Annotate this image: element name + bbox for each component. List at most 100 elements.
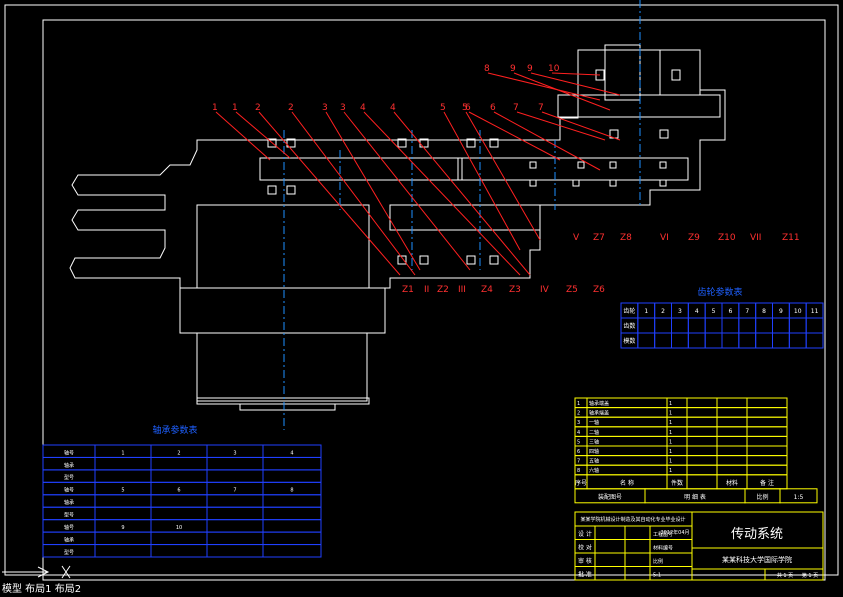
parts-list-header-text: 材料 [726, 479, 738, 487]
gear-table-text: 5 [712, 308, 716, 315]
parts-list-cell [746, 416, 788, 428]
gear-table-cell [671, 317, 689, 334]
callout-label: Z1 [402, 285, 414, 295]
gear-table-cell [721, 332, 740, 349]
part-number-label: 6 [465, 103, 471, 113]
parts-list-detail-text: 明 细 表 [684, 493, 706, 501]
callout-label: II [424, 285, 429, 295]
part-number-label: 9 [527, 64, 533, 74]
bearing-table-cell [94, 506, 152, 521]
gear-table-cell [687, 332, 706, 349]
parts-list-text: 7 [577, 459, 580, 465]
parts-list-cell [716, 397, 748, 409]
parts-list-text: 1 [669, 439, 672, 445]
parts-list-text: 4 [577, 430, 580, 436]
parts-list-detail-text: 比例 [756, 493, 768, 501]
gear-table-text: 4 [695, 308, 699, 315]
parts-list-text: 6 [577, 449, 580, 455]
bearing-table-text: 4 [290, 450, 293, 456]
parts-list-header-text: 序号 [575, 479, 587, 487]
parts-list-text: 1 [577, 401, 580, 407]
title-block-role: 批 准 [578, 571, 592, 579]
callout-label: IV [540, 285, 550, 295]
leader-lines [215, 72, 621, 276]
parts-list-text: 1 [669, 401, 672, 407]
drawing-canvas[interactable]: 1 1 2 2 3 3 4 4 5 56 6 7 78 9 9 10 Z1 II Z2 III Z4 Z3 IV Z5 Z6V… [0, 0, 843, 583]
parts-list-text: 六轴 [589, 467, 599, 474]
parts-list-detail-text: 装配图号 [598, 493, 622, 501]
gear-table-cell [654, 332, 673, 349]
gear-table-cell [671, 332, 689, 349]
gear-table-cell [805, 332, 824, 349]
gear-table-cell [805, 317, 824, 334]
gear-table-text: 模数 [623, 337, 635, 345]
layout-tabs-bar[interactable]: 模型 布局1 布局2 [0, 583, 843, 597]
gear-table-text: 8 [762, 308, 766, 315]
callout-label: Z5 [566, 285, 578, 295]
bearing-table-cell [206, 506, 264, 521]
bearing-table-cell [150, 494, 208, 508]
bearing-table-cell [262, 456, 322, 471]
parts-list-cell [716, 455, 748, 466]
parts-list-text: 2 [577, 411, 580, 417]
bearing-table-cell [262, 469, 322, 483]
bearing-table-cell [262, 519, 322, 533]
gear-table-text: 7 [745, 308, 749, 315]
title-block-drawing-title: 传动系统 [731, 527, 783, 542]
bearing-table-cell [94, 469, 152, 483]
part-number-label: 4 [360, 103, 366, 113]
parts-list-text: 轴承端盖 [589, 410, 609, 417]
parts-list-cell [686, 416, 718, 428]
callout-label: Z3 [509, 285, 521, 295]
bearing-table-text: 2 [177, 450, 180, 456]
gear-table-cell [738, 317, 757, 334]
gear-table-text: 1 [644, 308, 648, 315]
parts-list-cell [686, 435, 718, 447]
parts-list-text: 5 [577, 439, 580, 445]
part-number-label: 10 [548, 64, 560, 74]
parts-list-cell [746, 455, 788, 466]
parts-list-cell [746, 464, 788, 476]
bearing-table-text: 轴承 [64, 536, 74, 543]
bearing-table-text: 6 [177, 488, 180, 494]
parts-list-cell [686, 455, 718, 466]
callout-label: Z7 [593, 233, 605, 243]
bearing-table-cell [206, 544, 264, 558]
parts-list-cell [716, 416, 748, 428]
bearing-table-text: 10 [176, 525, 182, 531]
parts-list-cell [686, 397, 718, 409]
title-block-field: 5:1 [653, 573, 661, 579]
bearing-table-text: 5 [121, 488, 124, 494]
gear-table-text: 11 [811, 308, 819, 315]
bearing-table-cell [206, 469, 264, 483]
gear-table-cell [755, 317, 774, 334]
bearing-table-cell [150, 531, 208, 546]
gear-param-table: 齿轮参数表 齿轮 1 2 3 4 5 6 7 8 9 10 11 齿数模数 [620, 286, 824, 349]
callout-label: Z11 [782, 233, 800, 243]
parts-list-text: 轴承端盖 [589, 400, 609, 407]
layout-tabs-text[interactable]: 模型 布局1 布局2 [2, 584, 81, 595]
parts-list-text: 四轴 [589, 448, 599, 455]
bearing-table-cell [262, 544, 322, 558]
parts-list-detail-text: 1:5 [794, 494, 804, 501]
callout-label: Z2 [437, 285, 449, 295]
gear-table-cell [687, 317, 706, 334]
parts-list: 1 轴承端盖 1 2 轴承端盖 1 3 一轴 1 4 二轴 1 5 三轴 1 6 四轴 1 7 五轴 1 8 六轴 1 序号 名 … [574, 397, 818, 504]
title-block-role: 设 计 [578, 530, 592, 538]
title-block-field: 工程图号 [653, 531, 673, 538]
bearing-table-title: 轴承参数表 [152, 424, 197, 436]
callout-label: Z6 [593, 285, 605, 295]
bearing-table-cell [150, 456, 208, 471]
parts-list-cell [716, 407, 748, 418]
bearing-param-table: 轴承参数表 轴号 1 2 3 4轴承型号轴号 5 6 7 8轴承型号轴号 9 10轴承型号 [42, 424, 322, 558]
parts-list-text: 1 [669, 468, 672, 474]
gear-table-cell [772, 332, 790, 349]
gear-table-text: 齿轮 [623, 307, 635, 315]
part-number-labels: 1 1 2 2 3 3 4 4 5 56 6 7 78 9 9 10 [212, 64, 560, 113]
part-number-label: 1 [212, 103, 218, 113]
bearing-table-cell [206, 494, 264, 508]
bearing-table-text: 轴号 [64, 524, 74, 531]
parts-list-text: 三轴 [589, 438, 599, 445]
callout-label: Z9 [688, 233, 700, 243]
bearing-table-cell [150, 506, 208, 521]
